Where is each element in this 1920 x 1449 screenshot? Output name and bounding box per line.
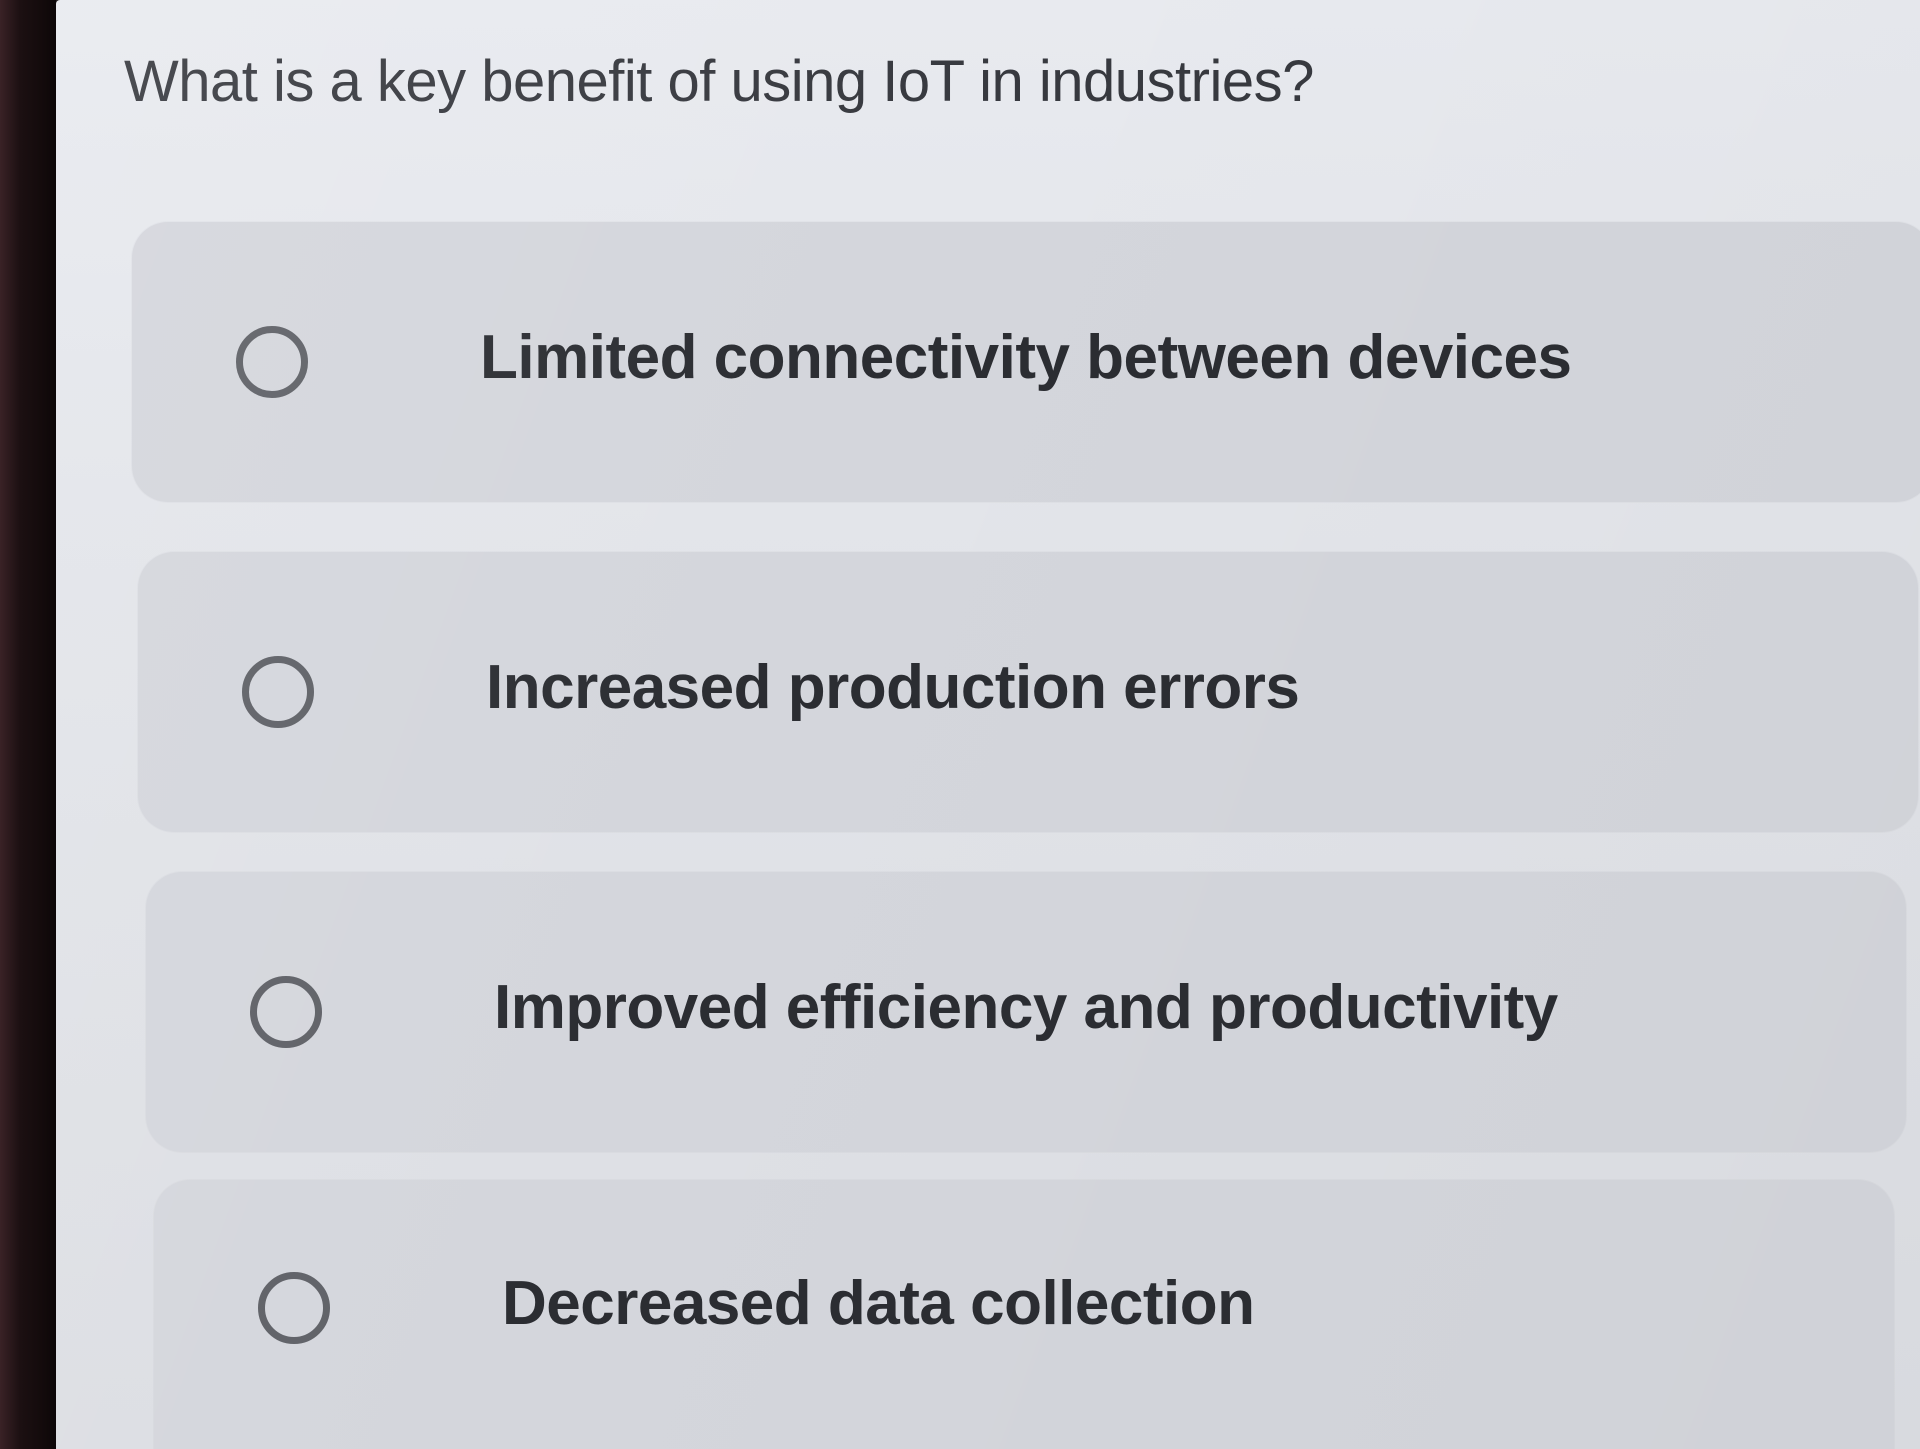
answer-option-label: Decreased data collection — [502, 1269, 1255, 1338]
answer-option-1[interactable]: Limited connectivity between devices — [132, 222, 1920, 502]
radio-unchecked-icon[interactable] — [242, 656, 314, 728]
quiz-screen: What is a key benefit of using IoT in in… — [56, 0, 1920, 1449]
answer-option-4[interactable]: Decreased data collection — [154, 1180, 1894, 1449]
answer-option-3[interactable]: Improved efficiency and productivity — [146, 872, 1906, 1152]
photo-frame: What is a key benefit of using IoT in in… — [0, 0, 1920, 1449]
answer-options: Limited connectivity between devices Inc… — [56, 0, 1920, 1449]
radio-unchecked-icon[interactable] — [258, 1272, 330, 1344]
answer-option-2[interactable]: Increased production errors — [138, 552, 1918, 832]
radio-unchecked-icon[interactable] — [236, 326, 308, 398]
answer-option-label: Improved efficiency and productivity — [494, 973, 1558, 1042]
answer-option-label: Increased production errors — [486, 653, 1300, 722]
radio-unchecked-icon[interactable] — [250, 976, 322, 1048]
answer-option-label: Limited connectivity between devices — [480, 323, 1572, 392]
